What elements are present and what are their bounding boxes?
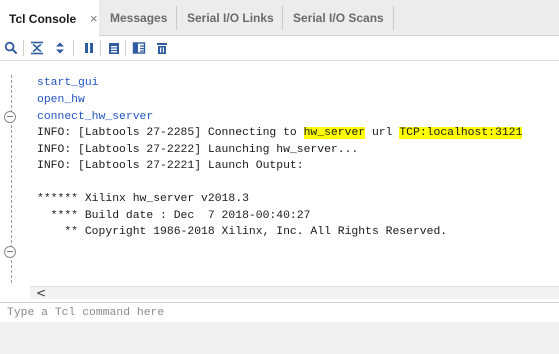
toolbar-separator — [125, 40, 126, 56]
fold-collapse-icon[interactable] — [4, 246, 16, 258]
tab-close-icon[interactable]: × — [90, 0, 98, 36]
console-line: INFO: [Labtools 27-2221] Launch Output: — [37, 160, 304, 172]
tcl-console-panel: Tcl Console × Messages Serial I/O Links … — [0, 0, 559, 323]
tcl-command-row — [0, 302, 559, 323]
tab-messages[interactable]: Messages — [110, 0, 167, 36]
console-line: **** Build date : Dec 7 2018-00:40:27 — [37, 210, 311, 222]
toolbar-separator — [23, 40, 24, 56]
highlight-tcp-address: TCP:localhost:3121 — [399, 127, 523, 139]
tab-separator — [393, 6, 394, 30]
tab-label: Serial I/O Links — [187, 11, 274, 25]
console-line: connect_hw_server — [37, 111, 154, 123]
scroll-left-icon[interactable]: < — [36, 286, 46, 300]
tab-separator — [176, 6, 177, 30]
console-line: start_gui — [37, 77, 99, 89]
tab-label: Tcl Console — [9, 11, 77, 26]
console-line: ****** Xilinx hw_server v2018.3 — [37, 193, 249, 205]
horizontal-scrollbar[interactable]: < — [30, 286, 559, 300]
tab-label: Serial I/O Scans — [293, 11, 384, 25]
copy-icon[interactable] — [107, 41, 121, 55]
expand-all-icon[interactable] — [53, 41, 67, 55]
clear-icon[interactable] — [155, 41, 169, 55]
toolbar-separator — [100, 40, 101, 56]
highlight-hw-server: hw_server — [303, 127, 366, 139]
collapse-all-icon[interactable] — [30, 41, 44, 55]
pause-icon[interactable] — [82, 41, 96, 55]
console-line: INFO: [Labtools 27-2222] Launching hw_se… — [37, 144, 359, 156]
tab-serial-io-links[interactable]: Serial I/O Links — [187, 0, 274, 36]
console-line: ** Copyright 1986-2018 Xilinx, Inc. All … — [37, 226, 448, 238]
tab-serial-io-scans[interactable]: Serial I/O Scans — [293, 0, 384, 36]
tcl-command-input[interactable] — [0, 303, 559, 323]
console-output: start_gui open_hw connect_hw_server INFO… — [0, 60, 559, 285]
fold-collapse-icon[interactable] — [4, 111, 16, 123]
tab-label: Messages — [110, 11, 168, 25]
console-line: open_hw — [37, 94, 85, 106]
tab-tcl-console[interactable]: Tcl Console — [0, 0, 99, 37]
console-toolbar — [0, 37, 559, 59]
console-line: INFO: [Labtools 27-2285] Connecting to h… — [37, 127, 523, 139]
tab-separator — [282, 6, 283, 30]
toolbar-separator — [73, 40, 74, 56]
columns-icon[interactable] — [132, 41, 146, 55]
search-icon[interactable] — [4, 41, 18, 55]
tab-bar: Tcl Console × Messages Serial I/O Links … — [0, 0, 559, 37]
